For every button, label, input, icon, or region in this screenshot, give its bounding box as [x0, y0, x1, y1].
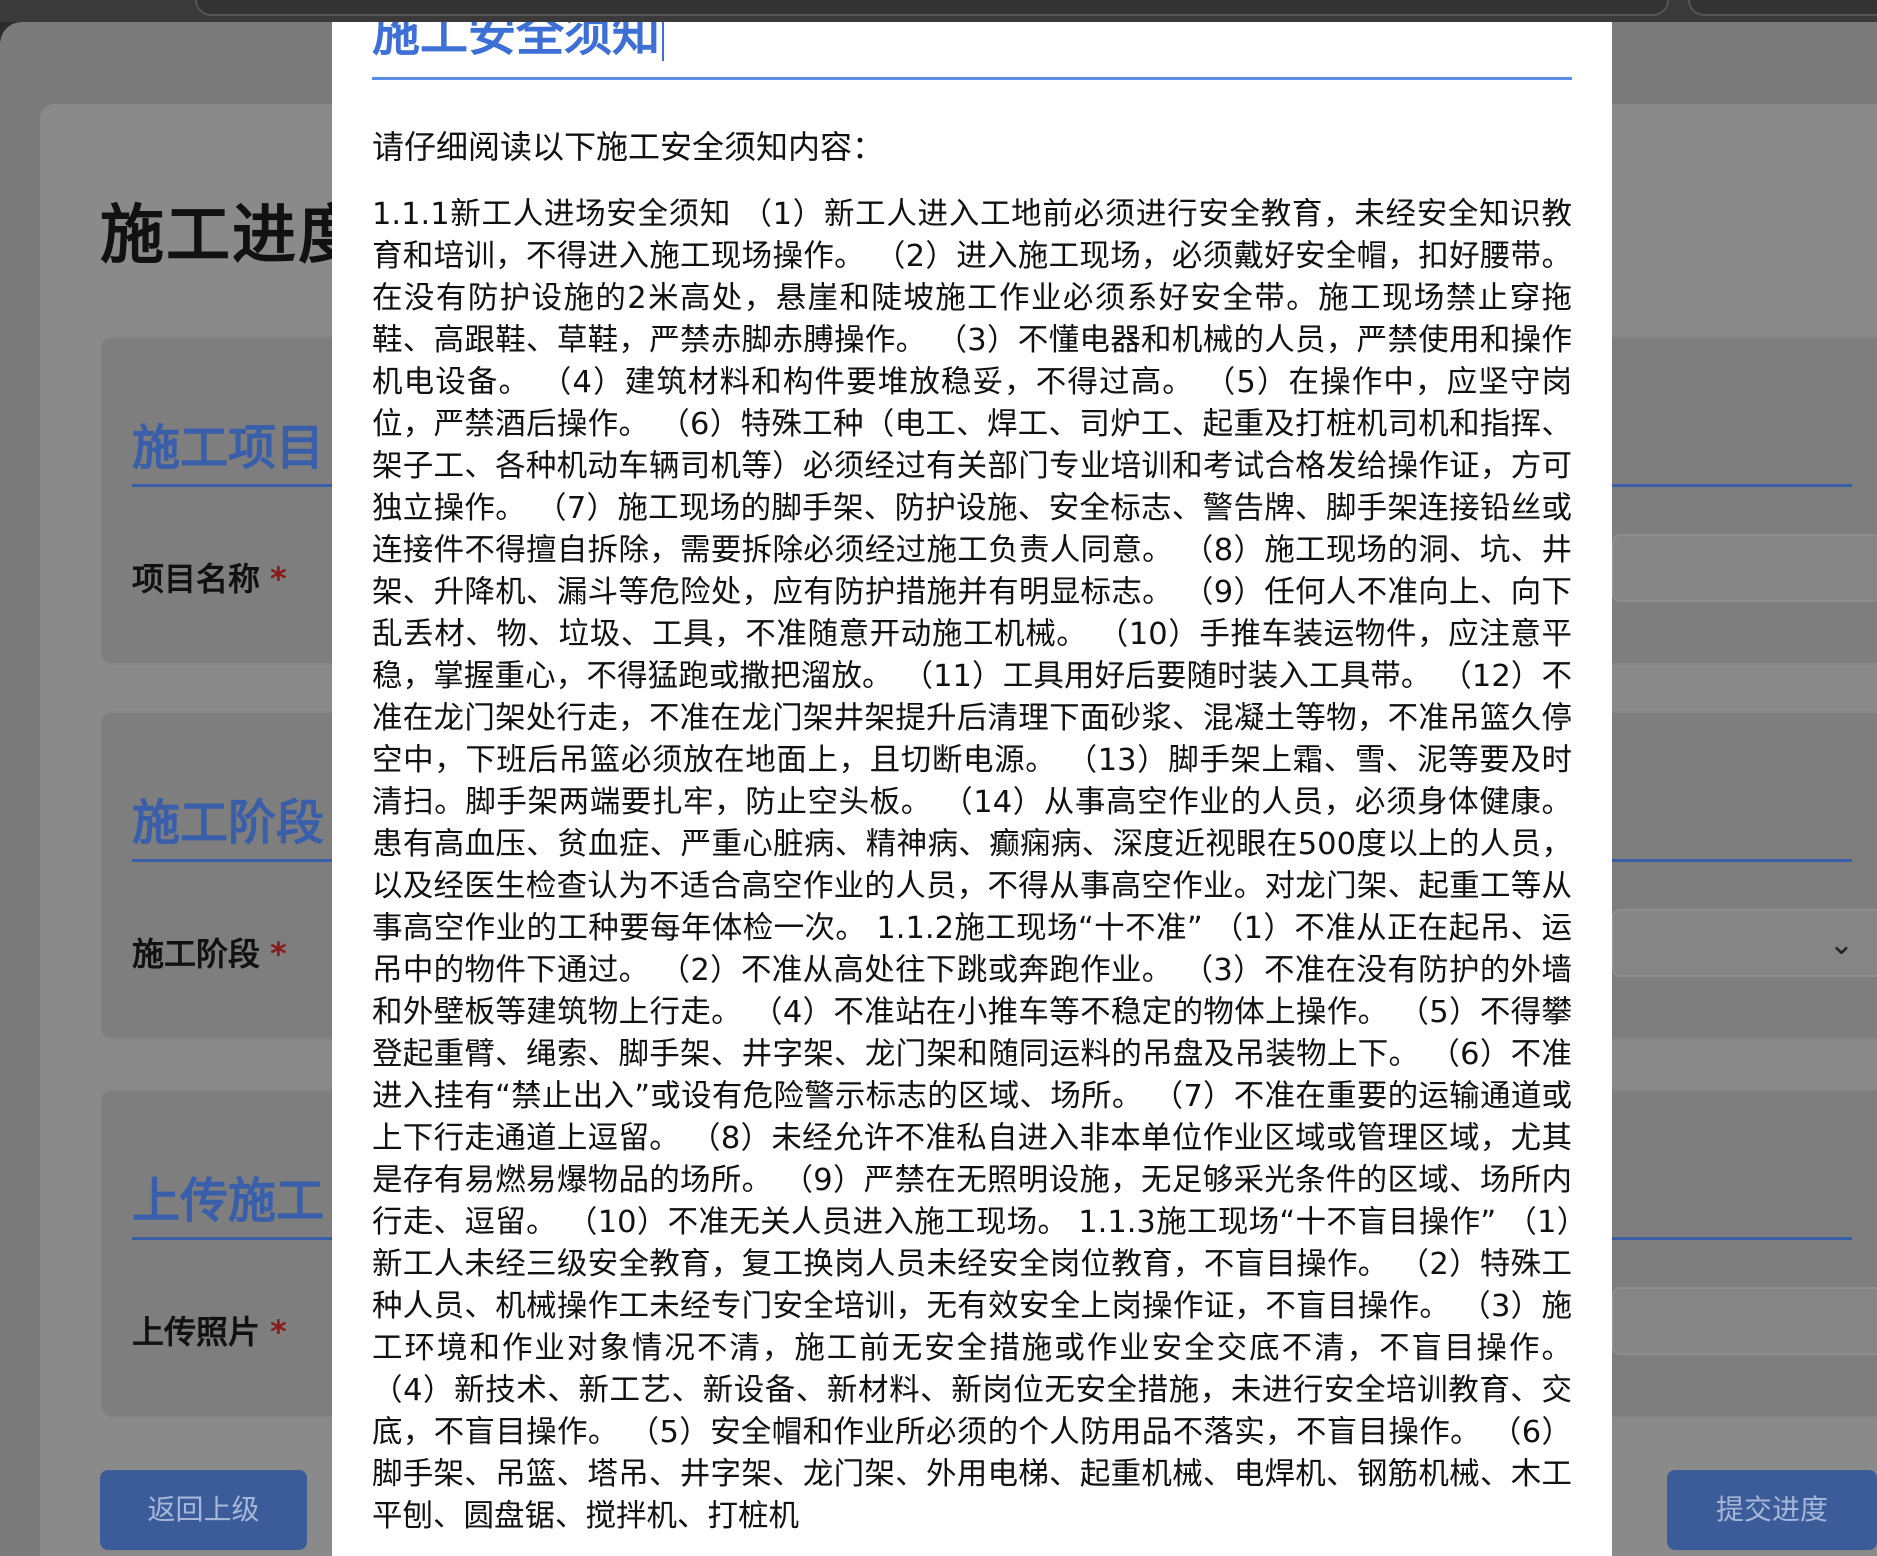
stage-label: 施工阶段 * — [132, 929, 287, 975]
text-caret — [662, 22, 665, 61]
safety-notice-modal: 施工安全须知 请仔细阅读以下施工安全须知内容： 1.1.1新工人进场安全须知 （… — [332, 22, 1612, 1556]
browser-address-bar[interactable] — [195, 0, 1669, 16]
chevron-down-icon[interactable]: ⌄ — [1829, 927, 1854, 962]
required-mark: * — [270, 935, 287, 973]
section-title: 上传施工 — [132, 1173, 325, 1229]
field-label-text: 施工阶段 — [132, 935, 261, 973]
modal-title-divider — [372, 77, 1572, 80]
page-title: 施工进度 — [100, 199, 364, 273]
field-label-text: 项目名称 — [132, 560, 261, 598]
modal-intro: 请仔细阅读以下施工安全须知内容： — [372, 128, 885, 166]
browser-tab[interactable] — [1688, 0, 1877, 16]
section-title: 施工项目 — [132, 420, 325, 476]
required-mark: * — [270, 1313, 287, 1351]
back-button[interactable]: 返回上级 — [100, 1470, 307, 1550]
project-name-input[interactable] — [1612, 534, 1877, 602]
required-mark: * — [270, 560, 287, 598]
field-label-text: 上传照片 — [132, 1313, 261, 1351]
safety-notice-content: 1.1.1新工人进场安全须知 （1）新工人进入工地前必须进行安全教育，未经安全知… — [372, 197, 1572, 1534]
modal-title: 施工安全须知 — [372, 22, 665, 64]
project-name-label: 项目名称 * — [132, 554, 287, 600]
section-title: 施工阶段 — [132, 795, 325, 851]
upload-photo-input[interactable] — [1612, 1287, 1877, 1355]
browser-chrome — [0, 0, 1877, 22]
upload-photo-label: 上传照片 * — [132, 1307, 287, 1353]
modal-title-text: 施工安全须知 — [372, 22, 661, 62]
submit-button[interactable]: 提交进度 — [1667, 1470, 1877, 1550]
